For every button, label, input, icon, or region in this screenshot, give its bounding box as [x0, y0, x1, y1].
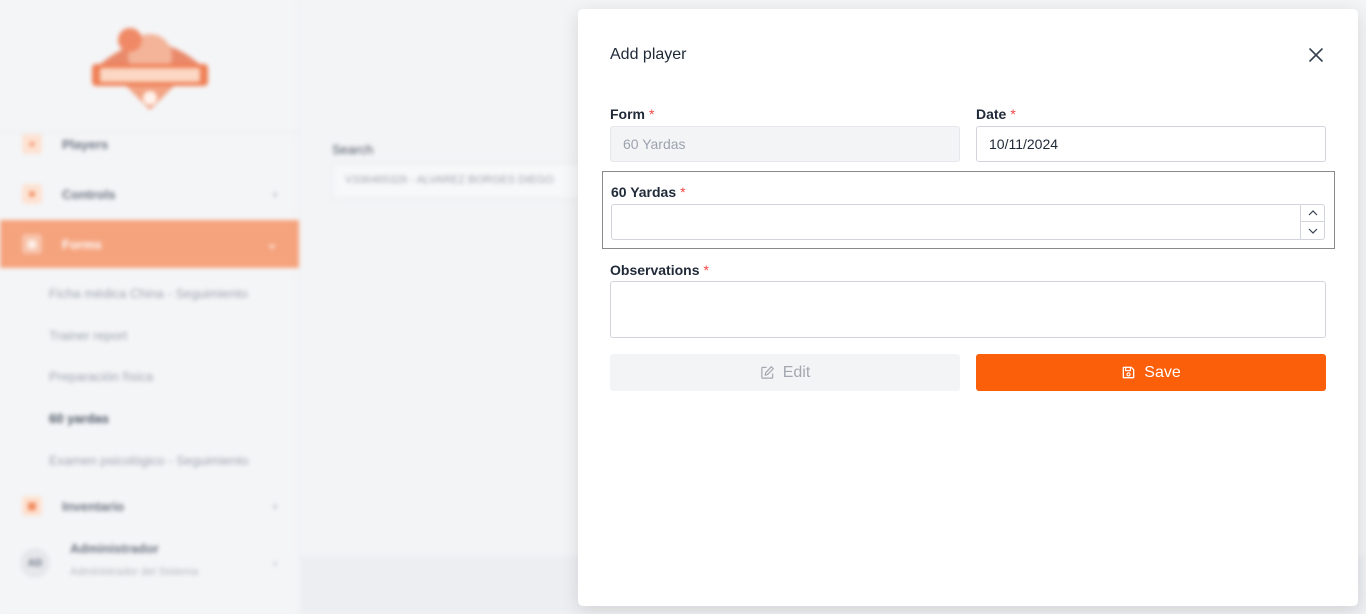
search-input[interactable]: V336465326 - ALVAREZ BORGES DIEGO [332, 163, 612, 199]
chevron-right-icon: › [273, 187, 277, 201]
sidebar-item-forms[interactable]: ▤ Forms ⌄ [0, 220, 299, 268]
user-name: Administrador [70, 541, 159, 556]
user-role: Administrador del Sistema [70, 566, 199, 578]
search-label: Search [332, 142, 374, 157]
submenu-item-current[interactable]: 60 yardas [49, 411, 109, 426]
save-button[interactable]: Save [976, 354, 1326, 391]
user-profile[interactable]: AD Administrador Administrador del Siste… [0, 538, 299, 586]
floppy-disk-icon [1122, 366, 1135, 379]
date-field[interactable] [976, 126, 1326, 162]
observations-textarea[interactable] [610, 281, 1326, 338]
submenu-item[interactable]: Examen psicológico - Seguimiento [49, 453, 248, 468]
chevron-right-icon: › [273, 499, 277, 513]
form-field [610, 126, 960, 162]
required-mark: * [703, 262, 709, 278]
required-mark: * [680, 184, 686, 200]
sidebar-item-controls[interactable]: ■ Controls › [0, 170, 299, 218]
players-icon: ● [22, 134, 42, 154]
sidebar-item-label: Controls [62, 186, 116, 202]
chevron-down-icon: ⌄ [266, 237, 277, 251]
metric-field-label: 60 Yardas * [611, 184, 686, 200]
submenu-item[interactable]: Preparación física [49, 369, 153, 384]
add-player-drawer: Add player Form* Date* 60 Yardas* Observ… [578, 9, 1358, 606]
controls-icon: ■ [22, 184, 42, 204]
chevron-down-icon [1308, 228, 1317, 234]
stepper-up-button[interactable] [1301, 205, 1324, 222]
stepper-down-button[interactable] [1301, 222, 1324, 239]
submenu-item[interactable]: Trainer report [49, 328, 127, 343]
box-icon: ▣ [22, 496, 42, 516]
required-mark: * [1010, 106, 1016, 122]
required-mark: * [649, 106, 655, 122]
submenu-item[interactable]: Ficha médica China - Seguimiento [49, 286, 248, 301]
chevron-right-icon: › [273, 556, 277, 570]
observations-field-label: Observations * [610, 262, 709, 278]
form-field-label: Form * [610, 106, 655, 122]
date-field-label: Date * [976, 106, 1016, 122]
edit-button-label: Edit [782, 363, 811, 381]
clipboard-icon: ▤ [22, 234, 42, 254]
metric-number-input[interactable] [611, 204, 1325, 240]
drawer-title: Add player [610, 46, 687, 63]
sidebar-item-label: Forms [62, 236, 102, 252]
close-icon[interactable] [1306, 45, 1326, 65]
sidebar-item-label: Inventario [62, 498, 125, 514]
sidebar-item-label: Players [62, 136, 109, 152]
avatar: AD [20, 548, 50, 578]
sidebar-item-players[interactable]: ● Players [0, 120, 299, 168]
number-stepper [1300, 205, 1324, 239]
club-logo [92, 28, 208, 110]
chevron-up-icon [1308, 210, 1317, 216]
pencil-square-icon [760, 366, 774, 379]
sidebar: ● Players ■ Controls › ▤ Forms ⌄ Ficha m… [0, 0, 299, 614]
sidebar-item-inventario[interactable]: ▣ Inventario › [0, 482, 299, 530]
save-button-label: Save [1144, 363, 1181, 381]
edit-button[interactable]: Edit [610, 354, 960, 391]
